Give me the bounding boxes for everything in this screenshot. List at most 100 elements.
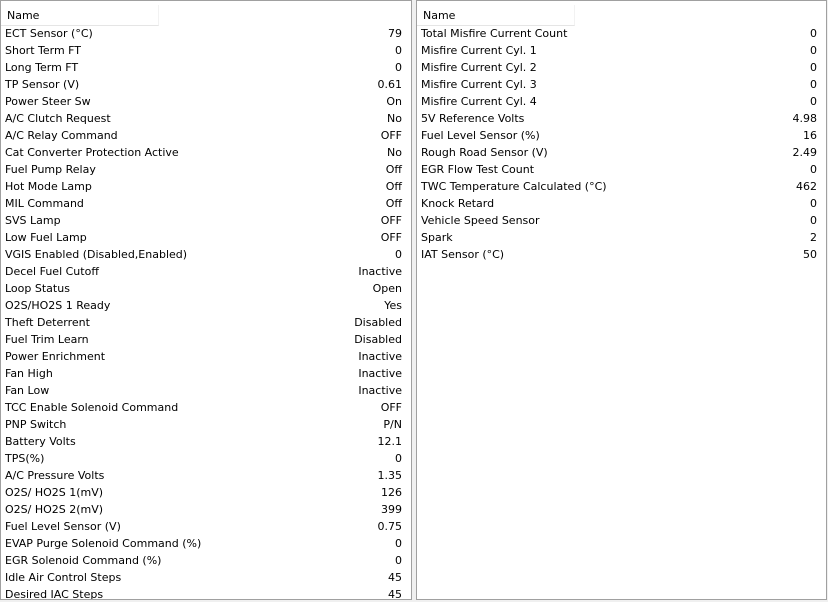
parameter-value: Disabled [354, 333, 402, 346]
list-item[interactable]: 5V Reference Volts 4.98 [417, 110, 826, 127]
list-item[interactable]: Total Misfire Current Count 0 [417, 25, 826, 42]
parameter-value: 0 [810, 78, 817, 91]
list-item[interactable]: Fuel Level Sensor (V) 0.75 [1, 518, 411, 535]
parameter-name: Long Term FT [5, 61, 79, 74]
parameter-name: Fuel Trim Learn [5, 333, 89, 346]
list-item[interactable]: O2S/ HO2S 2(mV) 399 [1, 501, 411, 518]
list-item[interactable]: EGR Flow Test Count 0 [417, 161, 826, 178]
parameter-name: TWC Temperature Calculated (°C) [421, 180, 607, 193]
parameter-name: Fuel Level Sensor (%) [421, 129, 540, 142]
list-item[interactable]: Spark 2 [417, 229, 826, 246]
list-item[interactable]: Hot Mode Lamp Off [1, 178, 411, 195]
parameter-name: Theft Deterrent [5, 316, 90, 329]
list-item[interactable]: O2S/HO2S 1 Ready Yes [1, 297, 411, 314]
parameter-value: 0 [810, 27, 817, 40]
parameter-value: 0.61 [377, 78, 403, 91]
list-item[interactable]: Fuel Level Sensor (%) 16 [417, 127, 826, 144]
list-item[interactable]: Power Enrichment Inactive [1, 348, 411, 365]
list-item[interactable]: Desired IAC Steps 45 [1, 586, 411, 600]
list-item[interactable]: Long Term FT 0 [1, 59, 411, 76]
parameter-value: OFF [380, 129, 402, 142]
right-name-column-header[interactable]: Name [417, 5, 575, 26]
list-item[interactable]: Rough Road Sensor (V) 2.49 [417, 144, 826, 161]
parameter-name: Desired IAC Steps [5, 588, 104, 600]
parameter-name: Rough Road Sensor (V) [421, 146, 548, 159]
list-item[interactable]: Misfire Current Cyl. 1 0 [417, 42, 826, 59]
list-item[interactable]: PNP Switch P/N [1, 416, 411, 433]
parameter-name: PNP Switch [5, 418, 67, 431]
parameter-value: Off [385, 197, 402, 210]
list-item[interactable]: Fan Low Inactive [1, 382, 411, 399]
list-item[interactable]: TCC Enable Solenoid Command OFF [1, 399, 411, 416]
list-item[interactable]: Theft Deterrent Disabled [1, 314, 411, 331]
list-item[interactable]: Low Fuel Lamp OFF [1, 229, 411, 246]
parameter-value: 4.98 [792, 112, 818, 125]
left-data-list[interactable]: Name ECT Sensor (°C) 79 Short Term FT 0 Long… [0, 0, 412, 600]
list-item[interactable]: Fan High Inactive [1, 365, 411, 382]
parameter-value: 0 [810, 163, 817, 176]
list-item[interactable]: SVS Lamp OFF [1, 212, 411, 229]
parameter-value: On [386, 95, 402, 108]
parameter-name: Fuel Level Sensor (V) [5, 520, 121, 533]
list-item[interactable]: TPS(%) 0 [1, 450, 411, 467]
list-item[interactable]: ECT Sensor (°C) 79 [1, 25, 411, 42]
parameter-name: MIL Command [5, 197, 84, 210]
list-item[interactable]: Battery Volts 12.1 [1, 433, 411, 450]
parameter-name: Fan High [5, 367, 53, 380]
parameter-value: OFF [380, 231, 402, 244]
parameter-value: 0 [810, 95, 817, 108]
parameter-value: 0 [810, 44, 817, 57]
parameter-name: Short Term FT [5, 44, 82, 57]
list-item[interactable]: Idle Air Control Steps 45 [1, 569, 411, 586]
list-item[interactable]: Knock Retard 0 [417, 195, 826, 212]
left-name-column-header[interactable]: Name [1, 5, 159, 26]
list-item[interactable]: O2S/ HO2S 1(mV) 126 [1, 484, 411, 501]
parameter-value: 399 [381, 503, 402, 516]
parameter-name: Misfire Current Cyl. 3 [421, 78, 537, 91]
parameter-name: SVS Lamp [5, 214, 61, 227]
list-item[interactable]: A/C Relay Command OFF [1, 127, 411, 144]
list-item[interactable]: EGR Solenoid Command (%) 0 [1, 552, 411, 569]
list-item[interactable]: TWC Temperature Calculated (°C) 462 [417, 178, 826, 195]
list-item[interactable]: Fuel Trim Learn Disabled [1, 331, 411, 348]
list-item[interactable]: Misfire Current Cyl. 2 0 [417, 59, 826, 76]
list-item[interactable]: Short Term FT 0 [1, 42, 411, 59]
parameter-name: Vehicle Speed Sensor [421, 214, 540, 227]
right-data-list[interactable]: Name Total Misfire Current Count 0 Misfire… [416, 0, 827, 600]
parameter-name: EGR Flow Test Count [421, 163, 535, 176]
parameter-value: 12.1 [377, 435, 403, 448]
list-item[interactable]: VGIS Enabled (Disabled,Enabled) 0 [1, 246, 411, 263]
list-item[interactable]: Decel Fuel Cutoff Inactive [1, 263, 411, 280]
parameter-name: Misfire Current Cyl. 1 [421, 44, 537, 57]
list-item[interactable]: Power Steer Sw On [1, 93, 411, 110]
parameter-value: 0 [810, 197, 817, 210]
list-item[interactable]: IAT Sensor (°C) 50 [417, 246, 826, 263]
parameter-name: Battery Volts [5, 435, 76, 448]
list-item[interactable]: Fuel Pump Relay Off [1, 161, 411, 178]
parameter-name: O2S/HO2S 1 Ready [5, 299, 111, 312]
parameter-value: Inactive [358, 350, 402, 363]
list-item[interactable]: Cat Converter Protection Active No [1, 144, 411, 161]
list-item[interactable]: A/C Clutch Request No [1, 110, 411, 127]
parameter-name: Total Misfire Current Count [421, 27, 568, 40]
parameter-value: 0 [810, 214, 817, 227]
parameter-name: Fan Low [5, 384, 50, 397]
parameter-name: Hot Mode Lamp [5, 180, 92, 193]
parameter-name: EVAP Purge Solenoid Command (%) [5, 537, 202, 550]
list-item[interactable]: EVAP Purge Solenoid Command (%) 0 [1, 535, 411, 552]
parameter-value: 0 [395, 61, 402, 74]
list-item[interactable]: A/C Pressure Volts 1.35 [1, 467, 411, 484]
list-item[interactable]: Misfire Current Cyl. 3 0 [417, 76, 826, 93]
parameter-value: 0 [395, 554, 402, 567]
list-item[interactable]: Misfire Current Cyl. 4 0 [417, 93, 826, 110]
list-item[interactable]: TP Sensor (V) 0.61 [1, 76, 411, 93]
parameter-name: Misfire Current Cyl. 4 [421, 95, 537, 108]
parameter-name: Loop Status [5, 282, 70, 295]
parameter-value: 0 [395, 537, 402, 550]
parameter-name: O2S/ HO2S 1(mV) [5, 486, 104, 499]
list-item[interactable]: MIL Command Off [1, 195, 411, 212]
list-item[interactable]: Loop Status Open [1, 280, 411, 297]
parameter-value: Yes [384, 299, 402, 312]
parameter-value: 79 [388, 27, 402, 40]
list-item[interactable]: Vehicle Speed Sensor 0 [417, 212, 826, 229]
